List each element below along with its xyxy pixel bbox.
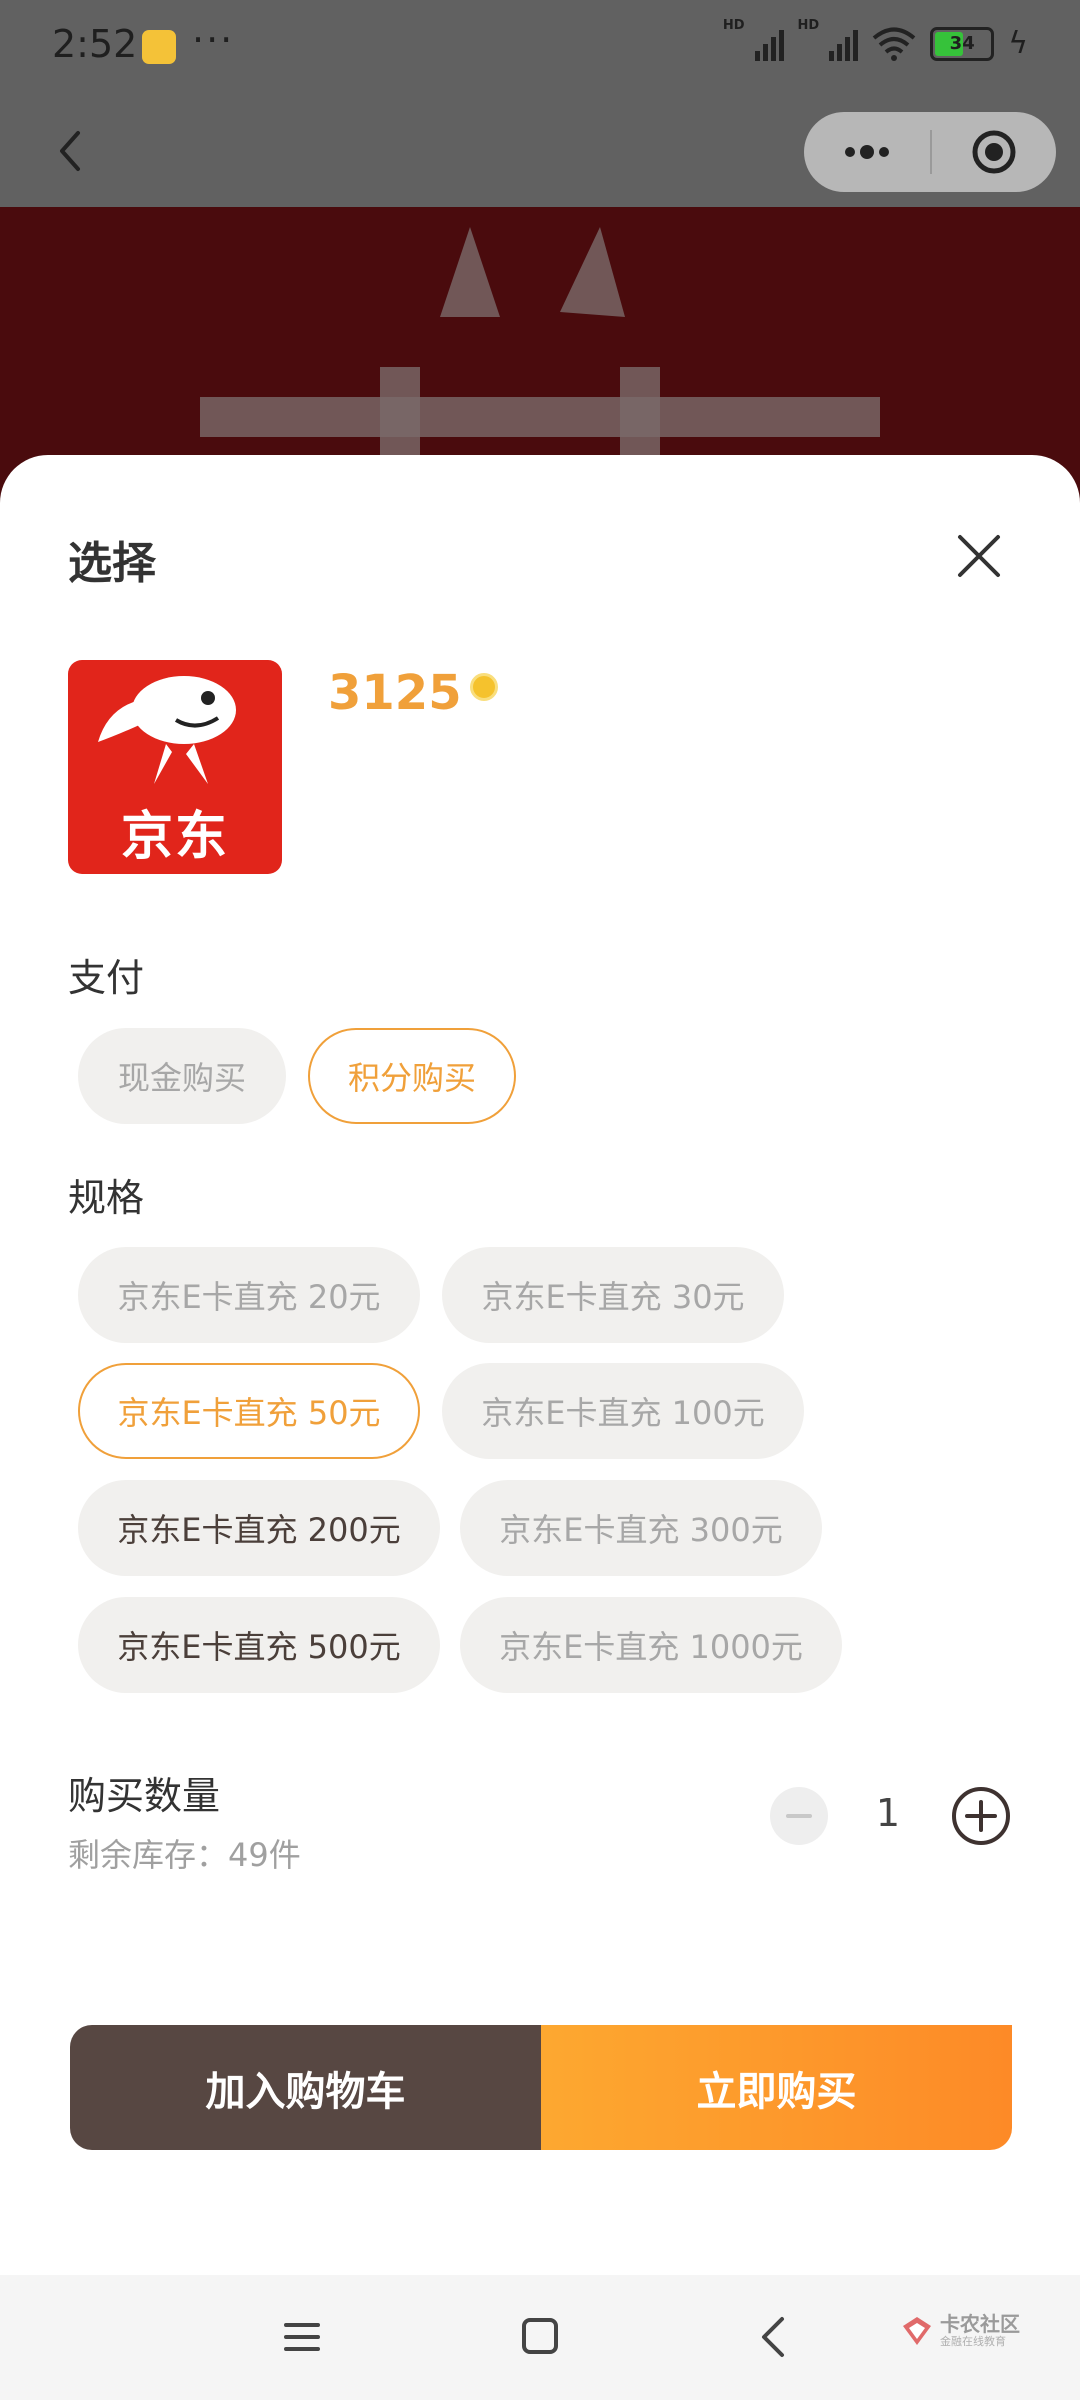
close-icon[interactable]	[955, 532, 1003, 580]
menu-icon[interactable]	[282, 2317, 322, 2357]
watermark: 卡农社区 金融在线教育	[900, 2313, 1020, 2349]
decrease-quantity-button[interactable]	[770, 1787, 828, 1845]
increase-quantity-button[interactable]	[950, 1785, 1012, 1847]
spec-option-50[interactable]: 京东E卡直充 50元	[78, 1363, 420, 1459]
charging-icon: ϟ	[1008, 26, 1028, 61]
signal-icon	[754, 27, 784, 61]
battery-icon: 34	[930, 26, 995, 61]
capsule-close-button[interactable]	[932, 112, 1056, 192]
quantity-value[interactable]: 1	[868, 1791, 908, 1835]
quantity-label: 购买数量	[68, 1774, 221, 1818]
spec-option-20[interactable]: 京东E卡直充 20元	[78, 1247, 420, 1343]
back-arrow-icon[interactable]	[52, 127, 92, 175]
logo-text: 京东	[120, 807, 229, 867]
hd-label-2: HD	[797, 18, 820, 33]
minus-icon	[786, 1814, 812, 1818]
buy-now-button[interactable]: 立即购买	[541, 2025, 1012, 2150]
spec-option-100[interactable]: 京东E卡直充 100元	[442, 1363, 804, 1459]
watermark-logo-icon	[903, 2317, 931, 2345]
spec-option-300[interactable]: 京东E卡直充 300元	[460, 1480, 822, 1576]
battery-level: 34	[949, 32, 975, 54]
status-bar: 2:52 ··· HD HD 34 ϟ	[0, 0, 1080, 95]
product-logo: 京东	[68, 660, 282, 874]
payment-option-cash[interactable]: 现金购买	[78, 1028, 286, 1124]
more-dots-icon	[845, 145, 889, 159]
spec-label: 规格	[68, 1176, 145, 1220]
capsule-more-button[interactable]	[804, 112, 930, 192]
target-icon	[972, 130, 1016, 174]
product-price: 3125	[328, 665, 498, 721]
spec-option-1000[interactable]: 京东E卡直充 1000元	[460, 1597, 842, 1693]
action-bar: 加入购物车 立即购买	[70, 2025, 1012, 2150]
payment-option-points[interactable]: 积分购买	[308, 1028, 516, 1124]
watermark-sub: 金融在线教育	[940, 2335, 1006, 2348]
note-icon	[142, 30, 176, 64]
spec-option-200[interactable]: 京东E卡直充 200元	[78, 1480, 440, 1576]
price-value: 3125	[328, 665, 462, 721]
watermark-main: 卡农社区	[940, 2312, 1020, 2336]
signal-icon-2	[829, 27, 859, 61]
add-to-cart-button[interactable]: 加入购物车	[70, 2025, 541, 2150]
back-icon[interactable]	[758, 2315, 788, 2359]
jd-dog-icon	[98, 676, 236, 784]
payment-label: 支付	[68, 956, 145, 1000]
wifi-icon	[872, 27, 916, 61]
spec-option-30[interactable]: 京东E卡直充 30元	[442, 1247, 784, 1343]
mini-program-navbar	[0, 95, 1080, 207]
sheet-title: 选择	[68, 538, 156, 589]
coin-icon	[469, 673, 498, 701]
status-time: 2:52	[52, 22, 138, 66]
capsule-menu	[804, 112, 1056, 192]
spec-option-500[interactable]: 京东E卡直充 500元	[78, 1597, 440, 1693]
status-more-icon: ···	[192, 18, 235, 62]
home-icon[interactable]	[521, 2317, 559, 2355]
stock-remaining: 剩余库存：49件	[68, 1836, 301, 1874]
selection-sheet: 选择 京东 3125 支付 现金购买 积分购买 规格 京东E卡直充 20元 京东…	[0, 455, 1080, 2275]
system-navigation-bar: 卡农社区 金融在线教育	[0, 2275, 1080, 2400]
hd-label: HD	[722, 18, 745, 33]
